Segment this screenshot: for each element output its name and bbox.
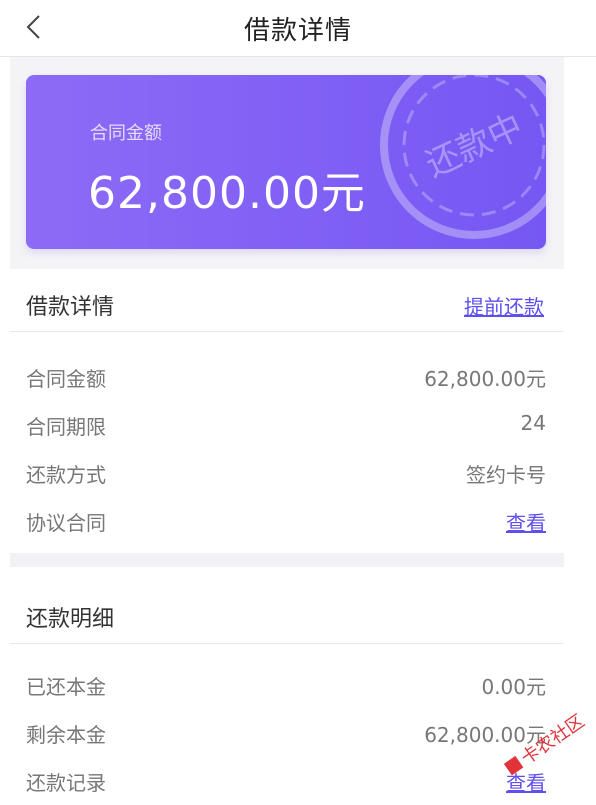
row-agreement: 协议合同 查看 [10, 497, 564, 545]
card-label: 合同金额 [90, 123, 162, 144]
loan-details-header: 借款详情 提前还款 [10, 269, 564, 332]
row-key: 已还本金 [26, 675, 106, 699]
loan-details-title: 借款详情 [26, 295, 115, 320]
row-key: 剩余本金 [26, 723, 106, 747]
page-content: 合同金额 62,800.00元 还款中 借款详情 提前还款 合同金额 62,80… [10, 57, 564, 800]
community-watermark: 卡农社区 [503, 711, 588, 776]
early-repay-link[interactable]: 提前还款 [464, 291, 544, 320]
row-contract-term: 合同期限 24 [10, 401, 564, 449]
row-contract-amount: 合同金额 62,800.00元 [10, 353, 564, 401]
repaying-stamp-icon: 还款中 [380, 75, 546, 239]
row-value: 62,800.00元 [424, 367, 546, 391]
row-value: 签约卡号 [466, 463, 546, 487]
row-repay-method: 还款方式 签约卡号 [10, 449, 564, 497]
row-remaining-principal: 剩余本金 62,800.00元 [10, 709, 564, 757]
row-key: 还款方式 [26, 463, 106, 487]
top-nav-bar: 借款详情 [0, 0, 596, 57]
view-agreement-link[interactable]: 查看 [506, 507, 546, 536]
section-divider [10, 553, 564, 567]
row-key: 协议合同 [26, 511, 106, 535]
repay-details-title: 还款明细 [26, 607, 115, 632]
watermark-text: 卡农社区 [517, 711, 588, 769]
card-area: 合同金额 62,800.00元 还款中 [10, 57, 564, 269]
row-key: 还款记录 [26, 771, 106, 795]
row-value: 0.00元 [481, 675, 546, 699]
page-title: 借款详情 [243, 16, 352, 46]
row-value: 24 [520, 411, 546, 435]
row-key: 合同期限 [26, 415, 106, 439]
contract-amount-card: 合同金额 62,800.00元 还款中 [26, 75, 546, 249]
row-repay-records: 还款记录 查看 [10, 757, 564, 805]
repay-details-header: 还款明细 [10, 581, 564, 644]
card-amount: 62,800.00元 [88, 168, 366, 219]
row-repaid-principal: 已还本金 0.00元 [10, 661, 564, 709]
stamp-text: 还款中 [420, 106, 529, 185]
row-key: 合同金额 [26, 367, 106, 391]
